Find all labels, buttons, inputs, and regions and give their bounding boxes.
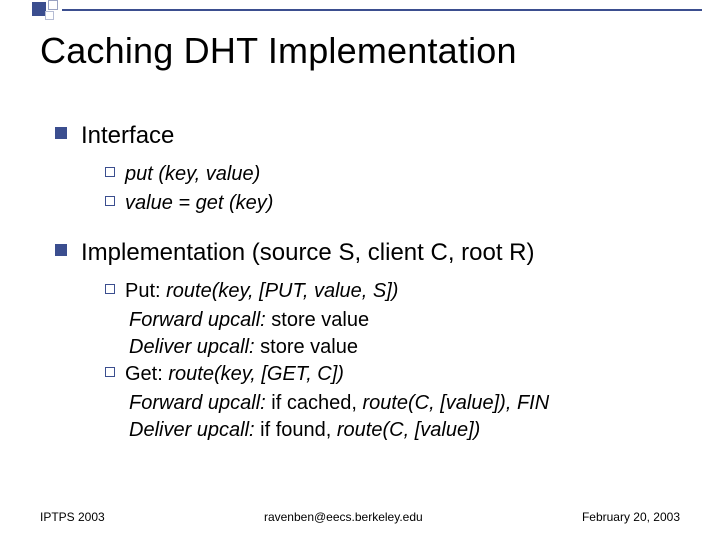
- slide-footer: IPTPS 2003 ravenben@eecs.berkeley.edu Fe…: [40, 510, 680, 524]
- line-rest-italic: route(C, [value]), FIN: [362, 392, 549, 414]
- subitem-line: Forward upcall: if cached, route(C, [val…: [129, 390, 675, 417]
- slide-title: Caching DHT Implementation: [40, 30, 517, 72]
- footer-left: IPTPS 2003: [40, 510, 105, 524]
- line-rest: store value: [255, 336, 358, 358]
- subitem-prefix: value: [125, 192, 173, 214]
- header-decoration: [0, 0, 720, 26]
- subitems-group: Put: route(key, [PUT, value, S]) Forward…: [105, 278, 675, 444]
- bullet-square-icon: [55, 244, 67, 256]
- subitem-text: put (key, value): [125, 161, 260, 188]
- subitem-line: Forward upcall: store value: [129, 307, 675, 334]
- bullet-open-square-icon: [105, 284, 115, 294]
- subitem-label: Get:: [125, 363, 168, 385]
- subitem-text: Get: route(key, [GET, C]): [125, 361, 344, 388]
- bullet-level2: put (key, value): [105, 161, 675, 188]
- bullet-open-square-icon: [105, 196, 115, 206]
- bullet-square-icon: [55, 127, 67, 139]
- bullet-level1: Interface: [55, 120, 675, 151]
- line-lead: Forward upcall:: [129, 309, 266, 331]
- section-heading: Interface: [81, 120, 174, 151]
- footer-right: February 20, 2003: [582, 510, 680, 524]
- subitem-line: Deliver upcall: if found, route(C, [valu…: [129, 417, 675, 444]
- subitem-label: Put:: [125, 280, 166, 302]
- footer-center: ravenben@eecs.berkeley.edu: [105, 510, 582, 524]
- bullet-level1: Implementation (source S, client C, root…: [55, 237, 675, 268]
- line-lead: Forward upcall:: [129, 392, 266, 414]
- subitem-call: route(key, [GET, C]): [168, 363, 344, 385]
- subitem-text: value = get (key): [125, 190, 273, 217]
- deco-square-outline-1: [48, 0, 58, 10]
- deco-square-outline-2: [45, 11, 54, 20]
- subitem-call: route(key, [PUT, value, S]): [166, 280, 398, 302]
- subitem-rest: = get (key): [173, 192, 274, 214]
- line-rest-italic: route(C, [value]): [337, 419, 480, 441]
- line-rest-pre: if cached,: [266, 392, 363, 414]
- bullet-level2: value = get (key): [105, 190, 675, 217]
- bullet-level2: Get: route(key, [GET, C]): [105, 361, 675, 388]
- subitems-group: put (key, value) value = get (key): [105, 161, 675, 217]
- line-lead: Deliver upcall:: [129, 336, 255, 358]
- bullet-open-square-icon: [105, 367, 115, 377]
- bullet-level2: Put: route(key, [PUT, value, S]): [105, 278, 675, 305]
- slide-content: Interface put (key, value) value = get (…: [55, 100, 675, 452]
- section-heading: Implementation (source S, client C, root…: [81, 237, 535, 268]
- subitem-line: Deliver upcall: store value: [129, 334, 675, 361]
- line-rest-pre: if found,: [255, 419, 337, 441]
- line-lead: Deliver upcall:: [129, 419, 255, 441]
- deco-rule: [62, 9, 702, 11]
- line-rest: store value: [266, 309, 369, 331]
- deco-square-filled: [32, 2, 46, 16]
- subitem-rest: (key, value): [153, 163, 260, 185]
- subitem-text: Put: route(key, [PUT, value, S]): [125, 278, 398, 305]
- subitem-prefix: put: [125, 163, 153, 185]
- bullet-open-square-icon: [105, 167, 115, 177]
